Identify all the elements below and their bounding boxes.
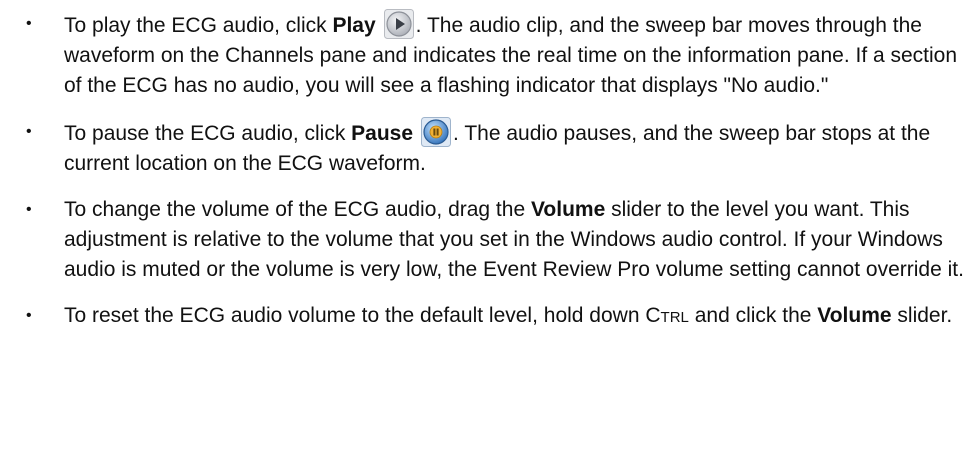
list-item-volume: • To change the volume of the ECG audio,… (26, 195, 966, 285)
document-page: • To play the ECG audio, click Play . Th… (0, 0, 972, 474)
item-text: To reset the ECG audio volume to the def… (64, 304, 646, 327)
bullet-marker: • (26, 201, 32, 218)
pause-button-icon (421, 117, 452, 147)
item-text: To play the ECG audio, click (64, 14, 333, 37)
pause-label: Pause (351, 122, 414, 145)
instruction-list: • To play the ECG audio, click Play . Th… (26, 9, 966, 347)
volume-label: Volume (530, 198, 606, 221)
list-item-play: • To play the ECG audio, click Play . Th… (26, 9, 966, 101)
item-text: and click the (688, 304, 818, 327)
item-text: To pause the ECG audio, click (64, 122, 352, 145)
play-label: Play (332, 14, 376, 37)
item-text: To change the volume of the ECG audio, d… (64, 198, 531, 221)
item-text: slider. (891, 304, 953, 327)
play-button-icon (383, 9, 414, 39)
list-item-reset-volume: • To reset the ECG audio volume to the d… (26, 301, 966, 331)
bullet-marker: • (26, 15, 32, 32)
bullet-marker: • (26, 307, 32, 324)
volume-label: Volume (817, 304, 892, 327)
list-item-pause: • To pause the ECG audio, click Pause . … (26, 117, 966, 179)
bullet-marker: • (26, 123, 32, 140)
ctrl-key-label: Ctrl (645, 304, 689, 327)
